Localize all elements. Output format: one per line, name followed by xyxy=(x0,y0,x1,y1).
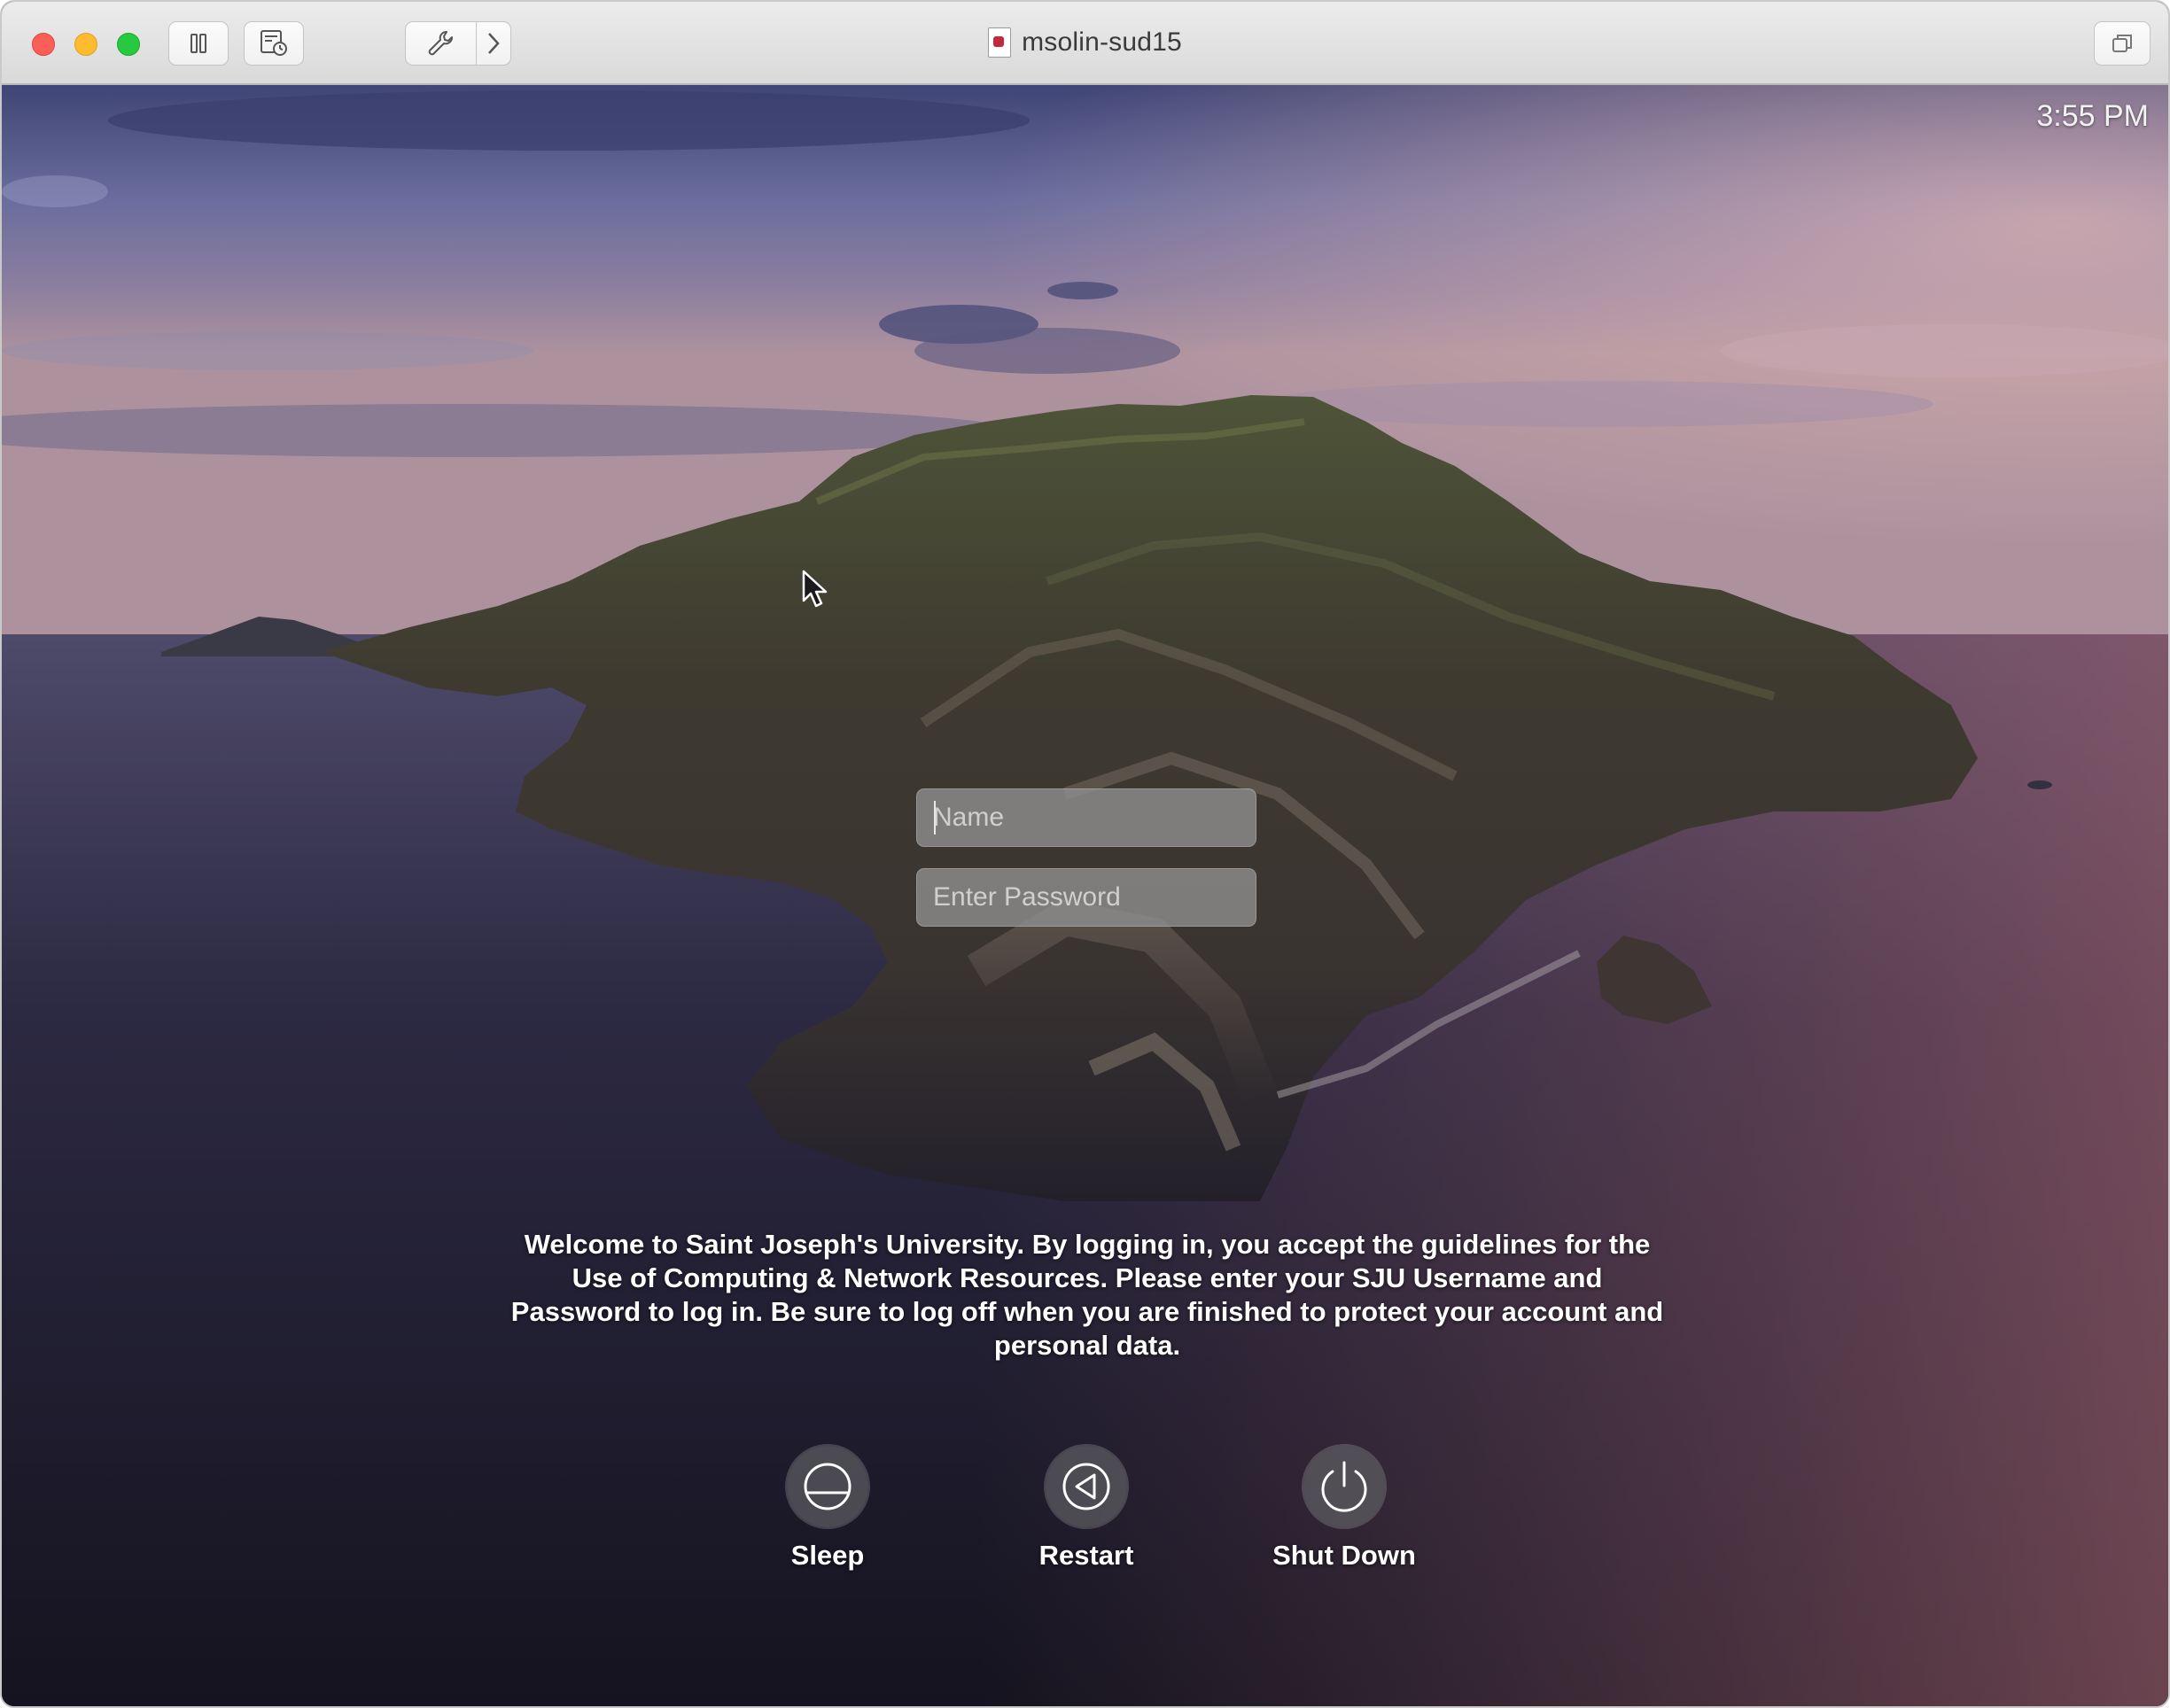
sleep-icon xyxy=(804,1463,852,1510)
settings-button-group xyxy=(405,21,511,66)
minimize-button[interactable] xyxy=(74,33,97,56)
sleep-button[interactable]: Sleep xyxy=(730,1446,925,1572)
restore-window-button[interactable] xyxy=(2094,21,2151,66)
password-field[interactable] xyxy=(916,868,1256,927)
shut-down-button[interactable]: Shut Down xyxy=(1247,1446,1442,1572)
zoom-button[interactable] xyxy=(117,33,140,56)
text-caret xyxy=(934,801,936,835)
chevron-right-icon xyxy=(487,33,500,54)
login-screen: 3:55 PM Welcome to Saint Joseph's Univer… xyxy=(2,85,2168,1706)
pause-icon xyxy=(191,34,206,53)
pause-button[interactable] xyxy=(168,21,229,66)
username-field[interactable] xyxy=(916,788,1256,847)
clock: 3:55 PM xyxy=(2036,99,2149,133)
wrench-icon xyxy=(429,31,454,56)
window-title: msolin-sud15 xyxy=(1022,27,1182,57)
welcome-message: Welcome to Saint Joseph's University. By… xyxy=(510,1229,1664,1361)
restore-window-icon xyxy=(2112,35,2132,52)
snapshot-icon xyxy=(261,30,287,56)
restart-label: Restart xyxy=(1038,1540,1134,1571)
snapshot-button[interactable] xyxy=(244,21,304,66)
close-button[interactable] xyxy=(32,33,55,56)
sleep-icon-circle xyxy=(787,1446,868,1527)
settings-button[interactable] xyxy=(406,22,477,65)
forward-button[interactable] xyxy=(477,22,510,65)
shut-down-label: Shut Down xyxy=(1272,1540,1416,1571)
restart-icon-circle xyxy=(1046,1446,1127,1527)
shut-down-icon-circle xyxy=(1303,1446,1385,1527)
vm-window: msolin-sud15 3:55 PM Name Welcome to Sai… xyxy=(0,0,2170,1708)
sleep-label: Sleep xyxy=(790,1540,865,1571)
mouse-pointer-icon xyxy=(802,570,828,608)
restart-button[interactable]: Restart xyxy=(989,1446,1184,1572)
window-title-area: msolin-sud15 xyxy=(988,27,1182,58)
vm-document-icon xyxy=(988,27,1012,58)
title-bar: msolin-sud15 xyxy=(2,2,2168,85)
power-icon xyxy=(1321,1461,1367,1512)
restart-icon xyxy=(1062,1463,1110,1510)
